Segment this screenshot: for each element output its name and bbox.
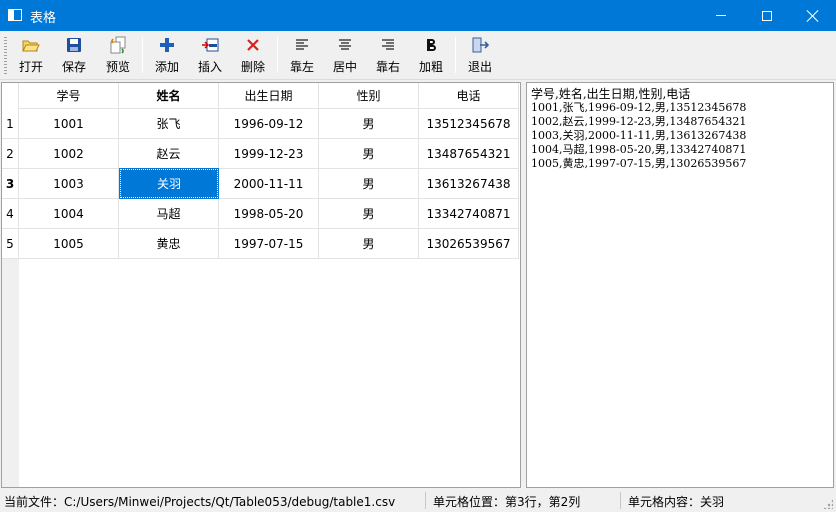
exit-door-icon xyxy=(469,35,491,55)
column-header[interactable]: 性别 xyxy=(319,83,419,109)
selected-table-cell[interactable]: 关羽 xyxy=(119,168,219,199)
table-cell[interactable]: 2000-11-11 xyxy=(219,169,319,199)
minimize-icon xyxy=(716,15,726,16)
table-cell[interactable]: 赵云 xyxy=(119,139,219,169)
table-cell[interactable]: 男 xyxy=(319,139,419,169)
table-cell[interactable]: 13342740871 xyxy=(419,199,519,229)
status-current-file: 当前文件：C:/Users/Minwei/Projects/Qt/Table05… xyxy=(4,495,396,509)
status-bar: 当前文件：C:/Users/Minwei/Projects/Qt/Table05… xyxy=(0,489,836,512)
align-center-label: 居中 xyxy=(332,60,357,74)
plus-icon xyxy=(156,35,178,55)
table-cell[interactable]: 黄忠 xyxy=(119,229,219,259)
table-view[interactable]: 学号 姓名 出生日期 性别 电话 1 2 3 4 5 1001 张飞 1996-… xyxy=(1,82,521,488)
toolbar: 打开 保存 预览 添加 插入 删除 靠左 居中 靠右 加粗 退出 xyxy=(0,31,836,80)
folder-open-icon xyxy=(20,35,42,55)
table-cell[interactable]: 男 xyxy=(319,169,419,199)
toolbar-grip[interactable] xyxy=(4,37,7,75)
table-cell[interactable]: 男 xyxy=(319,109,419,139)
table-corner-button[interactable] xyxy=(2,83,19,109)
align-left-icon xyxy=(291,35,313,55)
open-label: 打开 xyxy=(18,60,43,74)
csv-text-editor[interactable]: 学号,姓名,出生日期,性别,电话 1001,张飞,1996-09-12,男,13… xyxy=(526,82,834,488)
table-cell[interactable]: 13512345678 xyxy=(419,109,519,139)
save-button[interactable]: 保存 xyxy=(55,34,93,78)
row-header[interactable]: 5 xyxy=(2,229,19,259)
text-line: 1005,黄忠,1997-07-15,男,13026539567 xyxy=(531,157,747,170)
row-header[interactable]: 3 xyxy=(2,169,19,199)
close-button[interactable] xyxy=(790,0,836,31)
app-icon xyxy=(8,9,22,21)
table-cell[interactable]: 男 xyxy=(319,229,419,259)
add-button[interactable]: 添加 xyxy=(148,34,186,78)
table-cell[interactable]: 1996-09-12 xyxy=(219,109,319,139)
preview-button[interactable]: 预览 xyxy=(99,34,137,78)
size-grip-icon[interactable] xyxy=(823,499,833,509)
align-right-icon xyxy=(377,35,399,55)
preview-label: 预览 xyxy=(105,60,130,74)
delete-x-icon xyxy=(242,35,264,55)
align-center-icon xyxy=(334,35,356,55)
row-header[interactable]: 1 xyxy=(2,109,19,139)
table-cell[interactable]: 1004 xyxy=(19,199,119,229)
toolbar-separator xyxy=(142,37,143,73)
text-line: 学号,姓名,出生日期,性别,电话 xyxy=(531,87,691,101)
insert-button[interactable]: 插入 xyxy=(191,34,229,78)
floppy-disk-icon xyxy=(63,35,85,55)
text-line: 1001,张飞,1996-09-12,男,13512345678 xyxy=(531,101,747,114)
align-left-button[interactable]: 靠左 xyxy=(283,34,321,78)
table-cell[interactable]: 1002 xyxy=(19,139,119,169)
insert-label: 插入 xyxy=(197,60,222,74)
preview-icon xyxy=(107,35,129,55)
status-separator xyxy=(425,492,426,509)
title-bar: 表格 xyxy=(0,0,836,31)
toolbar-separator xyxy=(277,37,278,73)
save-label: 保存 xyxy=(61,60,86,74)
close-icon xyxy=(807,10,819,22)
table-cell[interactable]: 13487654321 xyxy=(419,139,519,169)
table-cell[interactable]: 1999-12-23 xyxy=(219,139,319,169)
column-header[interactable]: 学号 xyxy=(19,83,119,109)
toolbar-separator xyxy=(455,37,456,73)
open-button[interactable]: 打开 xyxy=(12,34,50,78)
status-cell-content: 单元格内容：关羽 xyxy=(628,495,725,509)
add-label: 添加 xyxy=(154,60,179,74)
text-line: 1002,赵云,1999-12-23,男,13487654321 xyxy=(531,115,747,128)
bold-icon xyxy=(420,35,442,55)
row-header[interactable]: 4 xyxy=(2,199,19,229)
column-header[interactable]: 姓名 xyxy=(119,83,219,109)
status-cell-position: 单元格位置：第3行，第2列 xyxy=(433,495,581,509)
table-cell[interactable]: 男 xyxy=(319,199,419,229)
insert-row-icon xyxy=(199,35,221,55)
table-cell[interactable]: 13613267438 xyxy=(419,169,519,199)
exit-label: 退出 xyxy=(467,60,492,74)
bold-label: 加粗 xyxy=(418,60,443,74)
align-center-button[interactable]: 居中 xyxy=(326,34,364,78)
window-title: 表格 xyxy=(30,11,57,26)
table-cell[interactable]: 1005 xyxy=(19,229,119,259)
bold-button[interactable]: 加粗 xyxy=(412,34,450,78)
column-header[interactable]: 出生日期 xyxy=(219,83,319,109)
table-cell[interactable]: 1003 xyxy=(19,169,119,199)
row-header[interactable]: 2 xyxy=(2,139,19,169)
table-cell[interactable]: 1998-05-20 xyxy=(219,199,319,229)
minimize-button[interactable] xyxy=(698,0,744,31)
exit-button[interactable]: 退出 xyxy=(461,34,499,78)
text-line: 1004,马超,1998-05-20,男,13342740871 xyxy=(531,143,747,156)
table-cell[interactable]: 1997-07-15 xyxy=(219,229,319,259)
align-right-label: 靠右 xyxy=(375,60,400,74)
status-separator xyxy=(620,492,621,509)
table-cell[interactable]: 13026539567 xyxy=(419,229,519,259)
text-line: 1003,关羽,2000-11-11,男,13613267438 xyxy=(531,129,747,142)
align-left-label: 靠左 xyxy=(289,60,314,74)
delete-label: 删除 xyxy=(240,60,265,74)
delete-button[interactable]: 删除 xyxy=(234,34,272,78)
table-cell[interactable]: 马超 xyxy=(119,199,219,229)
align-right-button[interactable]: 靠右 xyxy=(369,34,407,78)
maximize-icon xyxy=(762,10,772,21)
maximize-button[interactable] xyxy=(744,0,790,31)
table-cell[interactable]: 1001 xyxy=(19,109,119,139)
table-cell[interactable]: 张飞 xyxy=(119,109,219,139)
column-header[interactable]: 电话 xyxy=(419,83,519,109)
